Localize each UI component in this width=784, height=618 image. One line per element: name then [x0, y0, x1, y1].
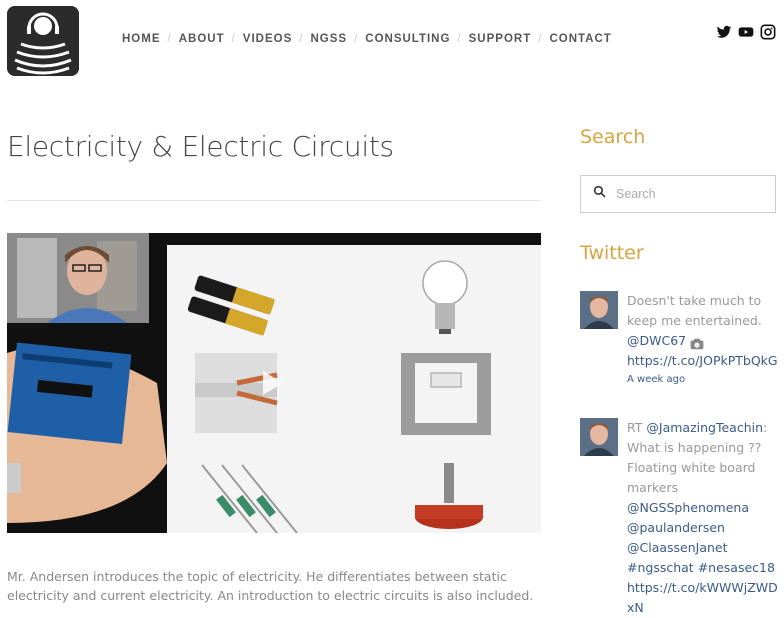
- tweet-hashtag[interactable]: #nesasec18: [698, 560, 775, 575]
- nav-separator: /: [354, 33, 359, 45]
- search-icon: [593, 185, 606, 203]
- main-nav: HOME / ABOUT / VIDEOS / NGSS / CONSULTIN…: [122, 33, 612, 45]
- tweet-mention[interactable]: @paulandersen: [627, 520, 725, 535]
- tweet-mention[interactable]: @ClaassenJanet: [627, 540, 728, 555]
- nav-videos[interactable]: VIDEOS: [243, 33, 292, 45]
- search-heading: Search: [580, 126, 646, 148]
- camera-icon: [690, 336, 704, 349]
- avatar[interactable]: [580, 291, 618, 329]
- nav-contact[interactable]: CONTACT: [549, 33, 611, 45]
- twitter-icon[interactable]: [716, 24, 732, 40]
- nav-separator: /: [299, 33, 304, 45]
- tweet-colon: :: [763, 420, 768, 435]
- search-input[interactable]: [614, 186, 768, 202]
- tweet-mention[interactable]: @NGSSphenomena: [627, 500, 749, 515]
- tweet-timestamp[interactable]: A week ago: [627, 371, 779, 389]
- instagram-icon[interactable]: [760, 24, 776, 40]
- video-player[interactable]: [7, 233, 541, 533]
- tweet-mention[interactable]: @JamazingTeachin: [646, 420, 763, 435]
- tweet-body: Doesn't take much to keep me entertained…: [627, 293, 762, 328]
- tweet-mention[interactable]: @DWC67: [627, 333, 686, 348]
- social-links: [716, 24, 776, 40]
- youtube-icon[interactable]: [738, 24, 754, 40]
- twitter-heading: Twitter: [580, 242, 644, 264]
- tweet-body: What is happening ?? Floating white boar…: [627, 440, 762, 495]
- tweet-link[interactable]: https://t.co/kWWWjZWDxN: [627, 580, 778, 615]
- nav-separator: /: [231, 33, 236, 45]
- tweet-text: RT @JamazingTeachin: What is happening ?…: [627, 418, 779, 618]
- site-logo[interactable]: [7, 6, 79, 76]
- retweet-prefix: RT: [627, 420, 643, 435]
- video-description: Mr. Andersen introduces the topic of ele…: [7, 568, 534, 603]
- search-box: [580, 175, 776, 213]
- nav-support[interactable]: SUPPORT: [469, 33, 532, 45]
- nav-home[interactable]: HOME: [122, 33, 161, 45]
- tweet-link[interactable]: https://t.co/JOPkPTbQkG: [627, 353, 778, 368]
- avatar[interactable]: [580, 418, 618, 456]
- divider: [7, 200, 541, 201]
- nav-separator: /: [538, 33, 543, 45]
- nav-about[interactable]: ABOUT: [179, 33, 225, 45]
- nav-separator: /: [167, 33, 172, 45]
- tweet-hashtag[interactable]: #ngsschat: [627, 560, 694, 575]
- nav-consulting[interactable]: CONSULTING: [365, 33, 450, 45]
- page-title: Electricity & Electric Circuits: [7, 130, 394, 163]
- nav-separator: /: [457, 33, 462, 45]
- tweet-text: Doesn't take much to keep me entertained…: [627, 291, 779, 389]
- nav-ngss[interactable]: NGSS: [310, 33, 347, 45]
